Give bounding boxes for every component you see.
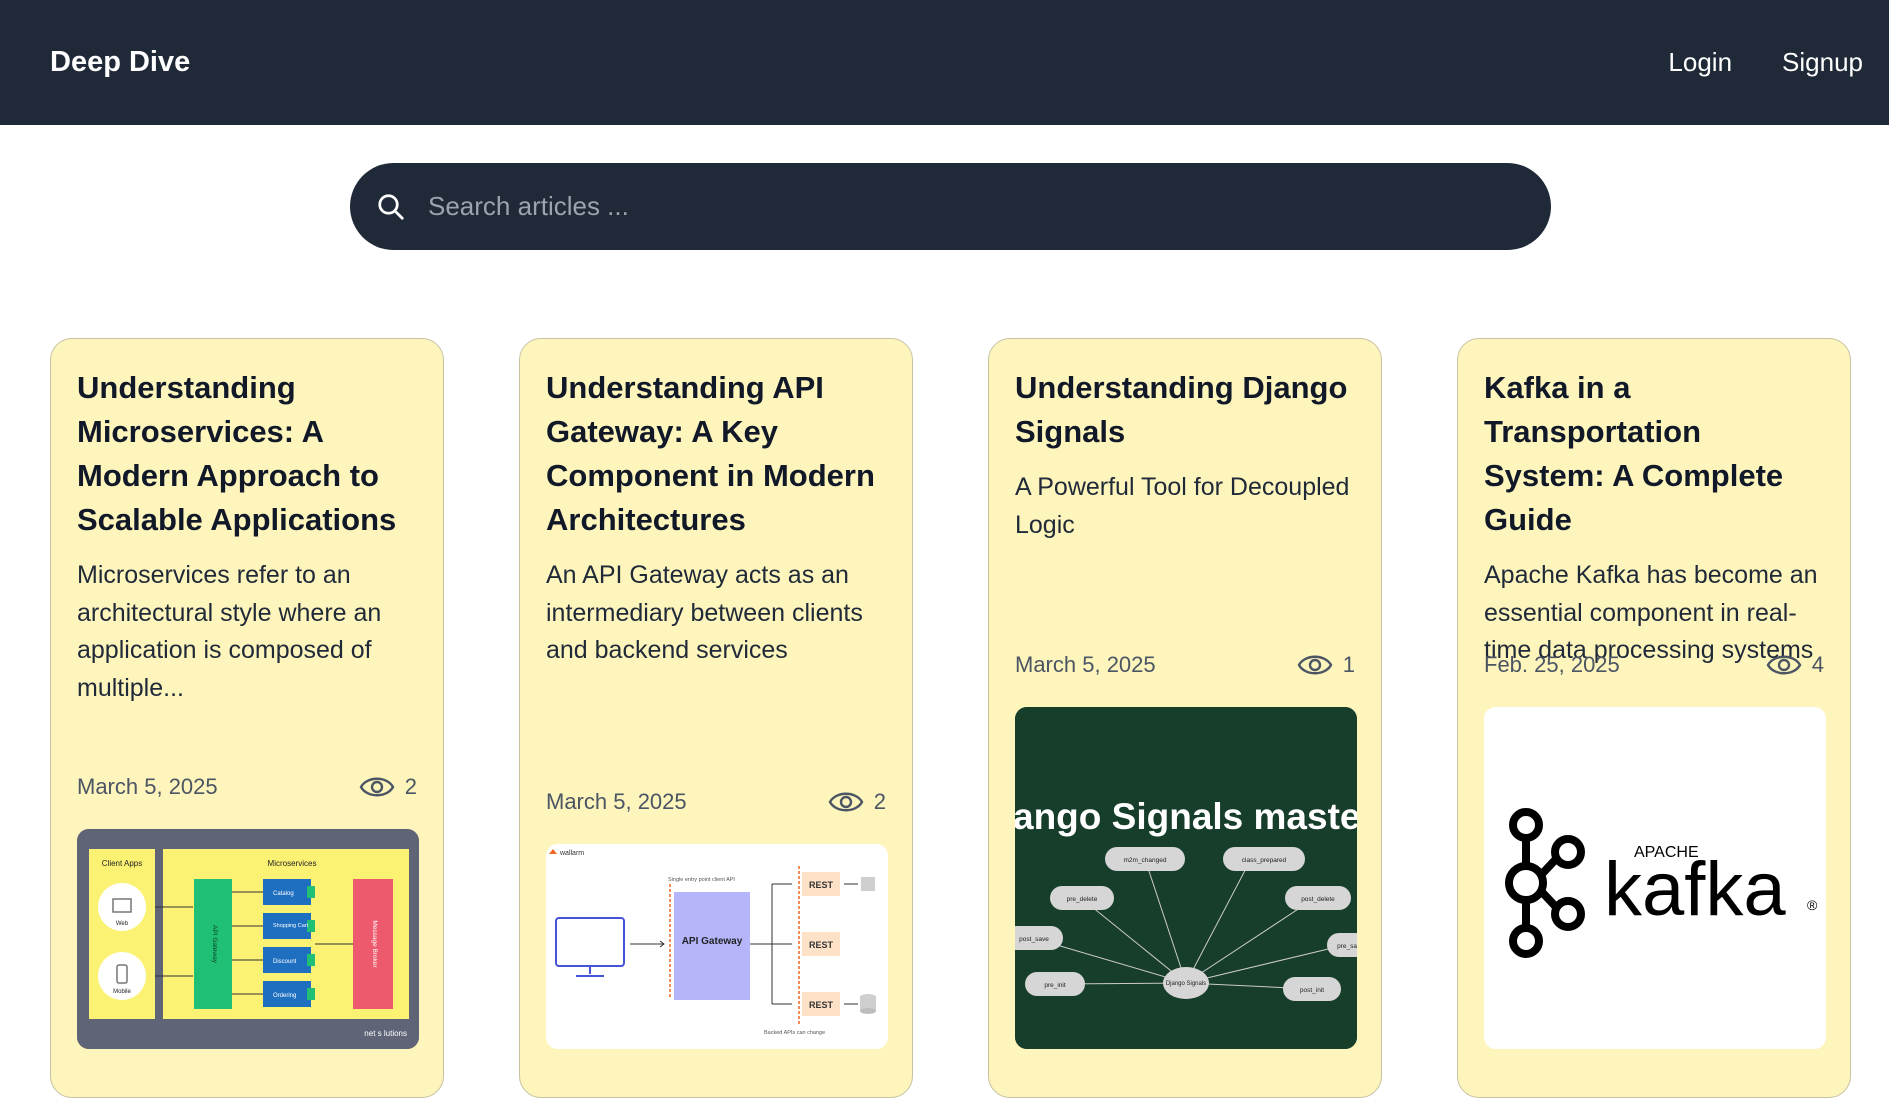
article-date: March 5, 2025 bbox=[1015, 652, 1156, 677]
signup-link[interactable]: Signup bbox=[1782, 47, 1863, 78]
entry-note: Single entry point client API bbox=[668, 877, 735, 883]
article-meta: Feb. 25, 2025 4 bbox=[1484, 651, 1824, 679]
search-icon bbox=[378, 193, 404, 220]
view-count: 2 bbox=[828, 788, 886, 816]
registered-mark: ® bbox=[1807, 897, 1818, 913]
article-title[interactable]: Understanding Django Signals bbox=[1015, 366, 1355, 454]
article-date: March 5, 2025 bbox=[546, 789, 687, 814]
nav-links: Login Signup bbox=[1668, 47, 1863, 78]
kafka-wordmark: kafka bbox=[1604, 847, 1786, 932]
microservices-label: Microservices bbox=[268, 859, 317, 868]
article-date: March 5, 2025 bbox=[77, 774, 218, 799]
service-catalog: Catalog bbox=[273, 891, 294, 897]
article-meta: March 5, 2025 2 bbox=[546, 788, 886, 816]
microservices-diagram: Client Apps Microservices Web Mobile API… bbox=[77, 829, 419, 1049]
rest-label: REST bbox=[809, 880, 834, 890]
article-image[interactable]: Client Apps Microservices Web Mobile API… bbox=[77, 829, 419, 1049]
signal-node: m2m_changed bbox=[1124, 857, 1167, 864]
rest-label: REST bbox=[809, 940, 834, 950]
wallarm-label: wallarm bbox=[559, 850, 584, 857]
view-count: 4 bbox=[1766, 651, 1824, 679]
signal-node: pre_delete bbox=[1067, 896, 1098, 903]
eye-icon bbox=[1766, 655, 1802, 675]
service-cart: Shopping Cart bbox=[273, 923, 309, 929]
view-count-value: 1 bbox=[1342, 652, 1355, 677]
client-apps-label: Client Apps bbox=[102, 859, 142, 868]
django-center-node: Django Signals bbox=[1166, 981, 1206, 987]
search-input[interactable] bbox=[428, 191, 1428, 222]
article-card-microservices[interactable]: Understanding Microservices: A Modern Ap… bbox=[50, 338, 444, 1098]
article-image[interactable]: wallarm Single entry point client API AP… bbox=[546, 844, 888, 1049]
mobile-label: Mobile bbox=[113, 989, 131, 995]
backend-note: Backed APIs can change bbox=[764, 1030, 825, 1036]
signal-node: post_init bbox=[1300, 987, 1324, 994]
article-meta: March 5, 2025 2 bbox=[77, 773, 417, 801]
article-title[interactable]: Understanding API Gateway: A Key Compone… bbox=[546, 366, 886, 542]
server-icon bbox=[861, 877, 875, 891]
django-banner-text: ango Signals maste bbox=[1015, 796, 1357, 837]
signal-node: class_prepared bbox=[1242, 857, 1287, 864]
view-count: 1 bbox=[1297, 651, 1355, 679]
navbar: Deep Dive Login Signup bbox=[0, 0, 1889, 125]
view-count-value: 4 bbox=[1811, 652, 1824, 677]
service-ordering: Ordering bbox=[273, 993, 296, 999]
eye-icon bbox=[359, 777, 395, 797]
view-count-value: 2 bbox=[873, 789, 886, 814]
eye-icon bbox=[828, 792, 864, 812]
article-meta: March 5, 2025 1 bbox=[1015, 651, 1355, 679]
view-count-value: 2 bbox=[404, 774, 417, 799]
article-image[interactable]: APACHE kafka ® bbox=[1484, 707, 1826, 1049]
article-card-kafka[interactable]: Kafka in a Transportation System: A Comp… bbox=[1457, 338, 1851, 1098]
web-label: Web bbox=[116, 921, 129, 927]
article-card-django-signals[interactable]: Understanding Django Signals A Powerful … bbox=[988, 338, 1382, 1098]
api-gateway-label: API Gateway bbox=[682, 936, 743, 947]
article-title[interactable]: Understanding Microservices: A Modern Ap… bbox=[77, 366, 417, 542]
article-title[interactable]: Kafka in a Transportation System: A Comp… bbox=[1484, 366, 1824, 542]
article-description: Microservices refer to an architectural … bbox=[77, 561, 382, 702]
api-gateway-label: API Gateway bbox=[211, 925, 218, 964]
article-card-api-gateway[interactable]: Understanding API Gateway: A Key Compone… bbox=[519, 338, 913, 1098]
rest-label: REST bbox=[809, 1000, 834, 1010]
django-signals-diagram: ango Signals maste m2m_changed class_pre… bbox=[1015, 707, 1357, 1049]
view-count: 2 bbox=[359, 773, 417, 801]
service-discount: Discount bbox=[273, 959, 297, 965]
article-description: A Powerful Tool for Decoupled Logic bbox=[1015, 473, 1350, 539]
signal-node: post_delete bbox=[1301, 896, 1335, 903]
netsolutions-watermark: net s lutions bbox=[364, 1029, 407, 1038]
signal-node: pre_init bbox=[1044, 982, 1066, 989]
message-broker-label: Message Broker bbox=[371, 920, 378, 968]
api-gateway-diagram: wallarm Single entry point client API AP… bbox=[546, 844, 888, 1049]
kafka-logo: APACHE kafka ® bbox=[1484, 707, 1826, 1049]
article-description: An API Gateway acts as an intermediary b… bbox=[546, 561, 863, 664]
login-link[interactable]: Login bbox=[1668, 47, 1732, 78]
signal-node: pre_sa bbox=[1337, 943, 1357, 950]
brand-logo[interactable]: Deep Dive bbox=[50, 46, 190, 79]
search-bar[interactable] bbox=[350, 163, 1551, 250]
signal-node: post_save bbox=[1019, 936, 1049, 943]
eye-icon bbox=[1297, 655, 1333, 675]
article-date: Feb. 25, 2025 bbox=[1484, 652, 1620, 677]
article-image[interactable]: ango Signals maste m2m_changed class_pre… bbox=[1015, 707, 1357, 1049]
